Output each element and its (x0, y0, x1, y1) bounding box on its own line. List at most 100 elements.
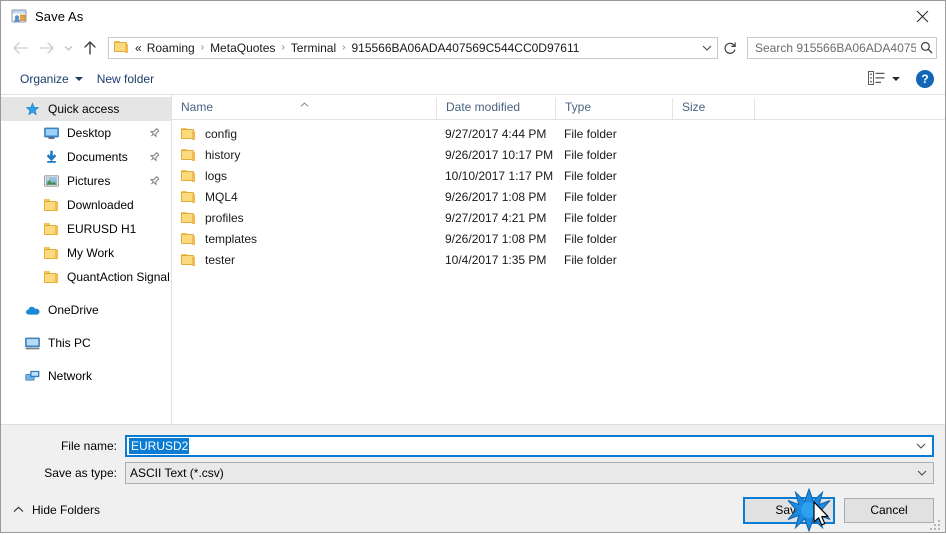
folder-icon (181, 232, 196, 245)
chevron-down-icon[interactable] (916, 437, 926, 455)
back-arrow-icon[interactable] (7, 35, 33, 61)
up-arrow-icon[interactable] (77, 35, 103, 61)
folder-icon (181, 190, 196, 203)
file-name-value: EURUSD2 (129, 437, 190, 454)
column-header-size[interactable]: Size (672, 98, 754, 119)
table-row[interactable]: logs 10/10/2017 1:17 PM File folder (172, 165, 945, 186)
caret-down-icon (892, 77, 900, 81)
file-name: templates (205, 231, 258, 246)
chevron-right-icon[interactable]: › (198, 42, 207, 53)
sidebar-item-quantaction-signal[interactable]: QuantAction Signal (1, 265, 171, 289)
sidebar-item-network[interactable]: Network (1, 364, 171, 388)
recent-locations-chevron-icon[interactable] (59, 35, 77, 61)
file-type: File folder (564, 168, 617, 183)
breadcrumb-item-roaming[interactable]: Roaming (144, 40, 198, 56)
table-row[interactable]: history 9/26/2017 10:17 PM File folder (172, 144, 945, 165)
sidebar-item-pictures[interactable]: Pictures (1, 169, 171, 193)
breadcrumb: « Roaming › MetaQuotes › Terminal › 9155… (135, 40, 697, 56)
folder-icon (43, 245, 60, 261)
file-name-cell: tester (172, 253, 436, 267)
file-name-input[interactable]: EURUSD2 (125, 434, 934, 457)
table-row[interactable]: profiles 9/27/2017 4:21 PM File folder (172, 207, 945, 228)
sidebar-item-eurusd-h1[interactable]: EURUSD H1 (1, 217, 171, 241)
sidebar-item-onedrive[interactable]: OneDrive (1, 298, 171, 322)
close-icon[interactable] (899, 1, 945, 31)
chevron-down-icon[interactable] (917, 463, 927, 483)
sidebar-item-downloaded[interactable]: Downloaded (1, 193, 171, 217)
save-as-type-value: ASCII Text (*.csv) (130, 465, 224, 480)
save-button[interactable]: Save (743, 496, 835, 524)
file-list-pane: Name Date modified Type Size config 9/27… (172, 95, 945, 424)
address-bar[interactable]: « Roaming › MetaQuotes › Terminal › 9155… (108, 36, 718, 59)
forward-arrow-icon[interactable] (33, 35, 59, 61)
column-headers: Name Date modified Type Size (172, 95, 945, 120)
hide-folders-button[interactable]: Hide Folders (13, 503, 100, 517)
breadcrumb-item-metaquotes[interactable]: MetaQuotes (207, 40, 278, 56)
hide-folders-label: Hide Folders (32, 503, 101, 517)
file-name: history (205, 147, 241, 162)
pin-icon[interactable] (145, 125, 163, 143)
file-name-cell: templates (172, 232, 436, 246)
file-date: 9/27/2017 4:21 PM (445, 210, 547, 225)
column-header-date-modified[interactable]: Date modified (436, 98, 555, 119)
table-row[interactable]: templates 9/26/2017 1:08 PM File folder (172, 228, 945, 249)
column-header-type[interactable]: Type (555, 98, 672, 119)
sidebar-item-quick-access[interactable]: Quick access (1, 97, 171, 121)
column-header-label: Name (181, 100, 214, 114)
pin-icon[interactable] (145, 173, 163, 191)
desktop-icon (43, 125, 60, 141)
file-type: File folder (564, 252, 617, 267)
save-as-type-row: Save as type: ASCII Text (*.csv) (1, 461, 945, 484)
dialog-title: Save As (35, 8, 84, 24)
breadcrumb-item-guid[interactable]: 915566BA06ADA407569C544CC0D97611 (348, 40, 582, 56)
file-date: 10/4/2017 1:35 PM (445, 252, 547, 267)
search-icon[interactable] (916, 38, 936, 58)
table-row[interactable]: tester 10/4/2017 1:35 PM File folder (172, 249, 945, 270)
pin-icon[interactable] (145, 149, 163, 167)
file-date: 9/26/2017 1:08 PM (445, 189, 547, 204)
caret-down-icon (74, 77, 83, 81)
new-folder-button[interactable]: New folder (90, 69, 161, 89)
chevron-right-icon[interactable]: › (339, 42, 348, 53)
folder-icon (181, 127, 196, 140)
folder-icon (43, 269, 60, 285)
search-input[interactable]: Search 915566BA06ADA40756... (748, 41, 916, 55)
sidebar-item-label: My Work (67, 246, 115, 260)
chevron-right-icon[interactable]: › (278, 42, 287, 53)
resize-grip-icon[interactable] (930, 518, 942, 530)
sidebar-item-documents[interactable]: Documents (1, 145, 171, 169)
breadcrumb-item-terminal[interactable]: Terminal (288, 40, 339, 56)
breadcrumb-overflow[interactable]: « (135, 41, 144, 55)
sidebar-item-this-pc[interactable]: This PC (1, 331, 171, 355)
search-box[interactable]: Search 915566BA06ADA40756... (747, 36, 937, 59)
folder-icon (181, 169, 196, 182)
file-name: profiles (205, 210, 244, 225)
change-view-button[interactable] (864, 69, 904, 90)
cancel-button-label: Cancel (870, 503, 908, 517)
star-pin-icon (24, 101, 41, 117)
sidebar-item-my-work[interactable]: My Work (1, 241, 171, 265)
organize-label: Organize (20, 72, 69, 86)
sidebar-item-label: Network (48, 369, 93, 383)
file-date: 10/10/2017 1:17 PM (445, 168, 554, 183)
cancel-button[interactable]: Cancel (844, 497, 934, 523)
table-row[interactable]: MQL4 9/26/2017 1:08 PM File folder (172, 186, 945, 207)
sidebar-item-desktop[interactable]: Desktop (1, 121, 171, 145)
navigation-pane: Quick access Desktop Documents Pictures … (1, 95, 172, 424)
file-name-cell: logs (172, 169, 436, 183)
file-name-cell: config (172, 127, 436, 141)
organize-button[interactable]: Organize (13, 69, 90, 89)
refresh-icon[interactable] (719, 37, 741, 59)
column-header-filler (754, 98, 945, 119)
file-name: tester (205, 252, 236, 267)
table-row[interactable]: config 9/27/2017 4:44 PM File folder (172, 123, 945, 144)
save-as-type-select[interactable]: ASCII Text (*.csv) (125, 461, 934, 484)
title-bar: Save As (1, 1, 945, 31)
help-icon[interactable]: ? (916, 70, 934, 88)
column-header-name[interactable]: Name (172, 98, 436, 119)
folder-icon (43, 221, 60, 237)
folder-icon (181, 211, 196, 224)
chevron-down-icon[interactable] (697, 38, 717, 58)
